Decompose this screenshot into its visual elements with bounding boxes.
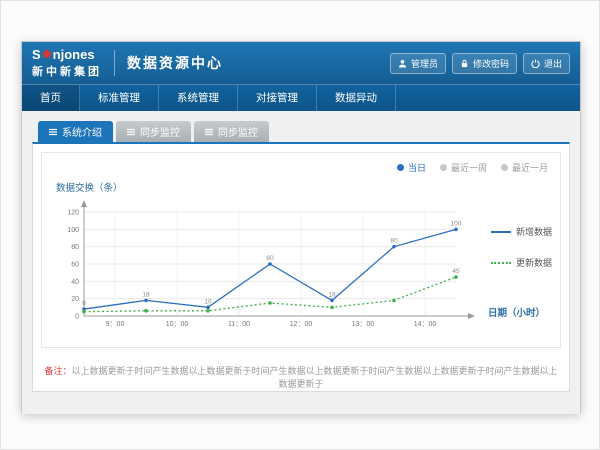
chart-x-axis-title: 日期（小时） xyxy=(488,305,545,319)
svg-text:45: 45 xyxy=(452,268,460,275)
nav-item-system-mgmt[interactable]: 系统管理 xyxy=(159,85,238,111)
footnote: 备注：以上数据更新于时间产生数据以上数据更新于时间产生数据以上数据更新于时间产生… xyxy=(41,364,561,390)
app-window: S njones 新中新集团 数据资源中心 管理员 xyxy=(21,41,581,413)
logo-text-rest: njones xyxy=(53,48,95,61)
svg-text:80: 80 xyxy=(71,244,79,251)
svg-text:13：00: 13：00 xyxy=(352,321,375,328)
logo-wordmark: S njones xyxy=(32,48,102,61)
filter-label: 最近一周 xyxy=(451,161,487,174)
filter-last-week[interactable]: 最近一周 xyxy=(440,161,487,174)
tab-sync-monitor-1[interactable]: 同步监控 xyxy=(116,121,191,142)
admin-button[interactable]: 管理员 xyxy=(390,53,446,74)
svg-text:18: 18 xyxy=(328,291,336,298)
logout-button-label: 退出 xyxy=(544,57,562,70)
brand-divider xyxy=(114,50,115,76)
solid-line-sample-icon xyxy=(491,231,511,233)
content-area: 系统介绍 同步监控 同步监控 当日 xyxy=(22,111,580,414)
svg-text:60: 60 xyxy=(266,255,274,262)
nav-item-standard-mgmt[interactable]: 标准管理 xyxy=(80,85,159,111)
logo-star-icon xyxy=(42,49,52,59)
svg-text:100: 100 xyxy=(67,227,79,234)
line-chart: 0 20 40 60 80 100 120 9：00 10：00 11：00 12：00 13：00 1… xyxy=(50,198,480,338)
chart-y-axis-title: 数据交换（条） xyxy=(56,180,123,194)
svg-text:120: 120 xyxy=(67,210,79,217)
tab-system-intro[interactable]: 系统介绍 xyxy=(38,121,113,142)
tab-label: 系统介绍 xyxy=(62,124,102,139)
svg-text:40: 40 xyxy=(71,279,79,286)
main-nav: 首页 标准管理 系统管理 对接管理 数据异动 xyxy=(22,84,580,111)
filter-today[interactable]: 当日 xyxy=(397,161,426,174)
nav-item-data-change[interactable]: 数据异动 xyxy=(317,85,396,111)
list-icon xyxy=(49,128,57,136)
user-actions: 管理员 修改密码 退出 xyxy=(390,53,570,74)
change-password-button[interactable]: 修改密码 xyxy=(452,53,517,74)
change-password-button-label: 修改密码 xyxy=(473,57,509,70)
legend-label: 新增数据 xyxy=(516,225,552,238)
logo-text-first: S xyxy=(32,48,41,61)
svg-text:18: 18 xyxy=(142,291,150,298)
note-label: 备注： xyxy=(44,366,71,376)
tab-sync-monitor-2[interactable]: 同步监控 xyxy=(194,121,269,142)
svg-text:10: 10 xyxy=(204,298,212,305)
filter-label: 当日 xyxy=(408,161,426,174)
nav-item-connect-mgmt[interactable]: 对接管理 xyxy=(238,85,317,111)
legend-updated-data[interactable]: 更新数据 xyxy=(491,256,552,269)
note-text: 以上数据更新于时间产生数据以上数据更新于时间产生数据以上数据更新于时间产生数据以… xyxy=(72,366,558,389)
filter-dot-icon xyxy=(501,164,508,171)
svg-text:8: 8 xyxy=(82,300,86,307)
admin-button-label: 管理员 xyxy=(411,57,438,70)
page-background: S njones 新中新集团 数据资源中心 管理员 xyxy=(0,0,600,450)
logo-subtitle: 新中新集团 xyxy=(32,63,102,79)
svg-text:20: 20 xyxy=(71,296,79,303)
legend-new-data[interactable]: 新增数据 xyxy=(491,225,552,238)
filter-last-month[interactable]: 最近一月 xyxy=(501,161,548,174)
logo: S njones 新中新集团 xyxy=(32,48,102,79)
list-icon xyxy=(127,128,135,136)
dotted-line-sample-icon xyxy=(491,262,511,264)
power-icon xyxy=(531,59,540,68)
logout-button[interactable]: 退出 xyxy=(523,53,570,74)
legend-label: 更新数据 xyxy=(516,256,552,269)
page-title: 数据资源中心 xyxy=(127,53,223,73)
tab-bar: 系统介绍 同步监控 同步监控 xyxy=(32,121,570,142)
chart-container: 当日 最近一周 最近一月 数据交换（条） 0 20 40 60 80 100 120 9：00… xyxy=(41,152,561,348)
user-icon xyxy=(398,59,407,68)
tab-label: 同步监控 xyxy=(218,124,258,139)
filter-label: 最近一月 xyxy=(512,161,548,174)
svg-text:60: 60 xyxy=(71,262,79,269)
svg-text:9：00: 9：00 xyxy=(106,321,125,328)
lock-icon xyxy=(460,59,469,68)
top-header: S njones 新中新集团 数据资源中心 管理员 xyxy=(22,42,580,84)
svg-text:0: 0 xyxy=(75,314,79,321)
svg-text:11：00: 11：00 xyxy=(228,321,250,328)
svg-text:100: 100 xyxy=(451,220,462,227)
list-icon xyxy=(205,128,213,136)
chart-legend: 新增数据 更新数据 xyxy=(491,225,552,269)
range-filter-group: 当日 最近一周 最近一月 xyxy=(397,161,548,174)
main-panel: 当日 最近一周 最近一月 数据交换（条） 0 20 40 60 80 100 120 9：00… xyxy=(32,142,570,392)
svg-text:80: 80 xyxy=(390,238,398,245)
tab-label: 同步监控 xyxy=(140,124,180,139)
svg-text:10：00: 10：00 xyxy=(166,321,189,328)
filter-dot-icon xyxy=(440,164,447,171)
svg-text:12：00: 12：00 xyxy=(290,321,313,328)
filter-dot-icon xyxy=(397,164,404,171)
brand: S njones 新中新集团 数据资源中心 xyxy=(32,48,223,79)
svg-text:14：00: 14：00 xyxy=(414,321,437,328)
nav-item-home[interactable]: 首页 xyxy=(22,85,80,111)
